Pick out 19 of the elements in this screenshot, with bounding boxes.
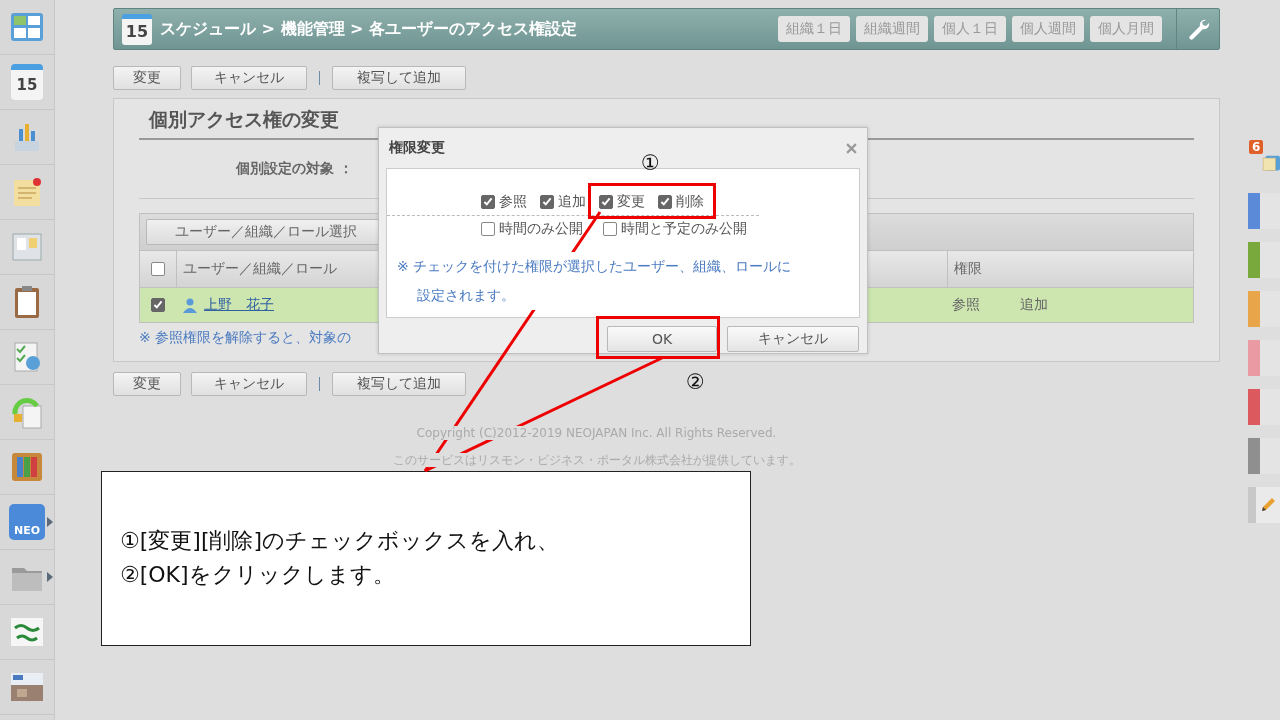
- checkbox-label: 削除: [676, 193, 704, 211]
- table-cell: 追加: [1020, 296, 1048, 314]
- count-badge: 6: [1249, 140, 1264, 154]
- checkbox-label: 追加: [558, 193, 586, 211]
- callout-text: ①[変更][削除]のチェックボックスを入れ、: [120, 527, 561, 555]
- table-cell: 参照: [952, 296, 980, 314]
- checkbox-label: 時間と予定のみ公開: [621, 220, 747, 238]
- table-header-cell-text: 権限: [953, 259, 983, 278]
- checkbox-label: 参照: [499, 193, 527, 211]
- note-text: ※ 参照権限を解除すると、対象の: [139, 329, 352, 345]
- step-marker: ①: [641, 153, 660, 174]
- callout-text: ②[OK]をクリックします。: [120, 561, 396, 589]
- checkbox-label: 時間のみ公開: [499, 220, 583, 238]
- target-label: 個別設定の対象 ：: [236, 160, 353, 178]
- dialog-title: 権限変更: [389, 139, 445, 157]
- step-marker: ②: [686, 372, 705, 393]
- checkbox-label: 変更: [617, 193, 645, 211]
- breadcrumb: スケジュール > 機能管理 > 各ユーザーのアクセス権設定: [160, 18, 579, 40]
- calendar-icon: 15: [122, 13, 152, 45]
